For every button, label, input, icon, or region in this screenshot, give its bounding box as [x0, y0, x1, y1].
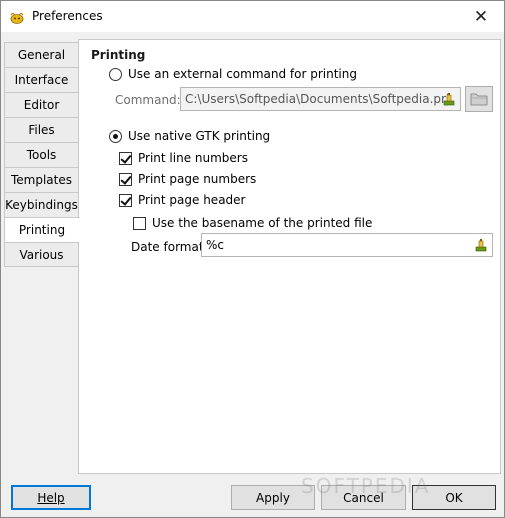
title-bar: Preferences ✕	[1, 1, 504, 32]
close-icon: ✕	[473, 6, 489, 27]
ok-button[interactable]: OK	[412, 485, 496, 510]
close-button[interactable]: ✕	[458, 1, 504, 32]
tab-printing[interactable]: Printing	[4, 217, 80, 242]
date-format-value: %c	[206, 238, 224, 252]
printing-panel: Printing Use an external command for pri…	[78, 39, 501, 474]
clear-icon[interactable]	[474, 238, 488, 252]
window-title: Preferences	[32, 9, 103, 23]
command-label: Command:	[115, 93, 181, 107]
use-basename-label[interactable]: Use the basename of the printed file	[152, 216, 372, 230]
native-gtk-radio[interactable]	[109, 130, 122, 143]
external-command-radio[interactable]	[109, 68, 122, 81]
print-page-numbers-checkbox[interactable]	[119, 173, 132, 186]
date-format-label: Date format:	[131, 240, 208, 254]
tab-interface[interactable]: Interface	[4, 67, 79, 92]
tab-list: General Interface Editor Files Tools Tem…	[4, 42, 80, 267]
native-gtk-label[interactable]: Use native GTK printing	[128, 129, 270, 143]
folder-icon	[470, 93, 488, 106]
preferences-window: Preferences ✕ General Interface Editor F…	[0, 0, 505, 518]
tab-tools[interactable]: Tools	[4, 142, 79, 167]
date-format-input[interactable]: %c	[201, 233, 493, 257]
tab-keybindings[interactable]: Keybindings	[4, 192, 79, 217]
tab-general[interactable]: General	[4, 42, 79, 67]
command-input[interactable]: C:\Users\Softpedia\Documents\Softpedia.p…	[180, 87, 461, 111]
external-command-label[interactable]: Use an external command for printing	[128, 67, 357, 81]
app-icon	[10, 12, 24, 24]
cancel-button[interactable]: Cancel	[321, 485, 406, 510]
tab-files[interactable]: Files	[4, 117, 79, 142]
print-page-header-label[interactable]: Print page header	[138, 193, 245, 207]
print-page-header-checkbox[interactable]	[119, 194, 132, 207]
apply-button[interactable]: Apply	[231, 485, 315, 510]
dialog-content: General Interface Editor Files Tools Tem…	[4, 39, 501, 474]
browse-button[interactable]	[465, 86, 493, 112]
clear-icon[interactable]	[442, 92, 456, 106]
print-line-numbers-checkbox[interactable]	[119, 152, 132, 165]
print-line-numbers-label[interactable]: Print line numbers	[138, 151, 248, 165]
tab-editor[interactable]: Editor	[4, 92, 79, 117]
ok-button-label: OK	[445, 490, 463, 505]
apply-button-label: Apply	[256, 490, 290, 505]
use-basename-checkbox[interactable]	[133, 217, 146, 230]
tab-various[interactable]: Various	[4, 242, 79, 267]
section-heading: Printing	[91, 48, 146, 62]
print-page-numbers-label[interactable]: Print page numbers	[138, 172, 256, 186]
help-button[interactable]: Help	[11, 485, 91, 510]
cancel-button-label: Cancel	[343, 490, 384, 505]
help-button-label: Help	[37, 490, 65, 505]
command-value: C:\Users\Softpedia\Documents\Softpedia.p…	[185, 92, 450, 106]
tab-templates[interactable]: Templates	[4, 167, 79, 192]
